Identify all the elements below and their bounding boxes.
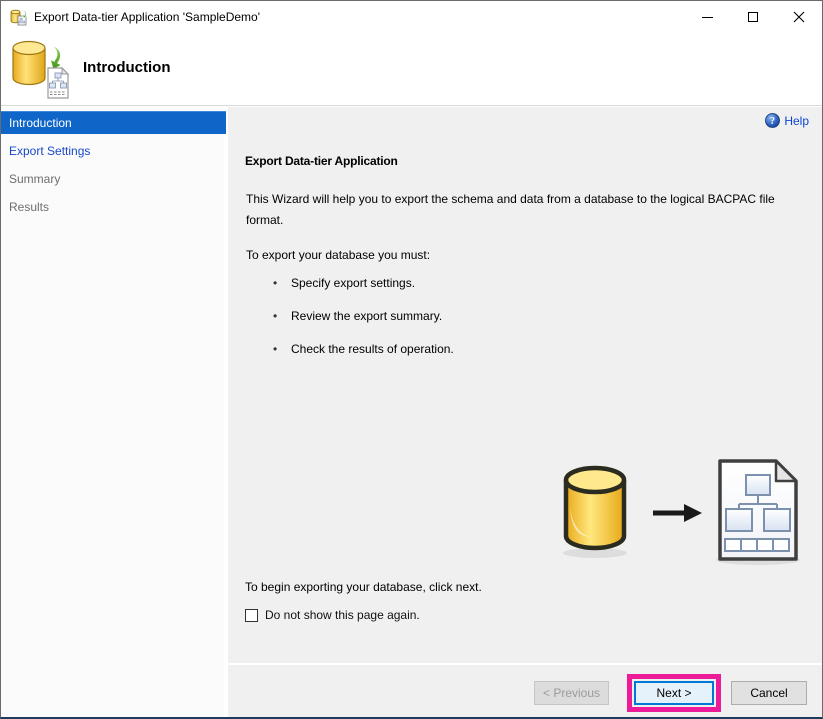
requirements-list: Specify export settings. Review the expo… [271, 273, 454, 372]
svg-text:?: ? [770, 116, 775, 127]
cancel-button[interactable]: Cancel [731, 681, 807, 705]
database-to-bacpac-illustration [563, 459, 800, 565]
titlebar[interactable]: Export Data-tier Application 'SampleDemo… [1, 1, 822, 33]
close-button[interactable] [776, 1, 822, 33]
minimize-icon [701, 16, 713, 18]
app-icon [10, 8, 27, 25]
do-not-show-label: Do not show this page again. [265, 608, 420, 622]
help-link[interactable]: ? Help [765, 113, 809, 128]
do-not-show-checkbox[interactable] [245, 608, 258, 622]
list-item: Check the results of operation. [271, 339, 454, 372]
close-icon [793, 11, 805, 23]
list-item: Review the export summary. [271, 306, 454, 339]
previous-button[interactable]: < Previous [534, 681, 609, 705]
help-icon: ? [765, 113, 781, 128]
do-not-show-row[interactable]: Do not show this page again. [245, 608, 420, 622]
page-title: Introduction [83, 59, 171, 76]
footer-divider [228, 663, 822, 665]
wizard-steps-sidebar: Introduction Export Settings Summary Res… [1, 107, 226, 717]
main-content: ? Help Export Data-tier Application This… [228, 107, 822, 717]
maximize-icon [748, 12, 758, 22]
begin-instruction: To begin exporting your database, click … [245, 580, 482, 594]
sidebar-item-introduction[interactable]: Introduction [1, 111, 226, 134]
next-button[interactable]: Next > [634, 681, 714, 705]
content-heading: Export Data-tier Application [245, 154, 398, 168]
export-database-icon [12, 40, 70, 99]
sidebar-item-results[interactable]: Results [1, 196, 226, 219]
help-label: Help [784, 113, 809, 128]
wizard-header: Introduction [1, 33, 822, 106]
minimize-button[interactable] [684, 1, 730, 33]
sidebar-item-summary[interactable]: Summary [1, 168, 226, 191]
intro-paragraph: This Wizard will help you to export the … [246, 192, 775, 227]
requirements-intro: To export your database you must: [246, 248, 431, 262]
wizard-window: Export Data-tier Application 'SampleDemo… [0, 0, 823, 719]
sidebar-item-export-settings[interactable]: Export Settings [1, 140, 226, 163]
list-item: Specify export settings. [271, 273, 454, 306]
maximize-button[interactable] [730, 1, 776, 33]
window-title: Export Data-tier Application 'SampleDemo… [34, 10, 261, 24]
